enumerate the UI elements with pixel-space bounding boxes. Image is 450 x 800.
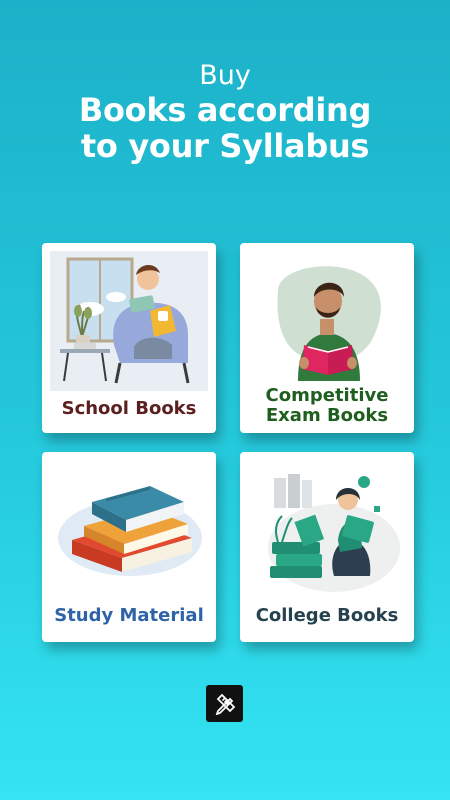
competitive-exam-books-label: Competitive Exam Books — [240, 386, 414, 426]
book-stack-illustration — [58, 486, 202, 576]
college-books-card[interactable]: College Books — [240, 452, 414, 642]
header-title-line1: Books according — [78, 91, 372, 129]
header-title-line2: to your Syllabus — [80, 127, 370, 165]
reading-man-illustration — [277, 266, 381, 381]
header-subtitle: Buy — [199, 60, 251, 91]
reading-student-illustration — [268, 474, 400, 592]
competitive-exam-books-card[interactable]: Competitive Exam Books — [240, 243, 414, 433]
pencil-ruler-icon — [215, 693, 235, 715]
school-books-label: School Books — [61, 398, 197, 419]
college-books-label: College Books — [255, 605, 399, 626]
school-books-card[interactable]: School Books — [42, 243, 216, 433]
competitive-exam-books-label-line1: Competitive — [265, 385, 389, 406]
header: Buy Books according to your Syllabus — [0, 60, 450, 164]
reading-child-illustration — [50, 251, 208, 391]
tools-button[interactable] — [206, 685, 243, 722]
competitive-exam-books-label-line2: Exam Books — [265, 405, 389, 426]
study-material-label: Study Material — [54, 605, 204, 626]
study-material-card[interactable]: Study Material — [42, 452, 216, 642]
